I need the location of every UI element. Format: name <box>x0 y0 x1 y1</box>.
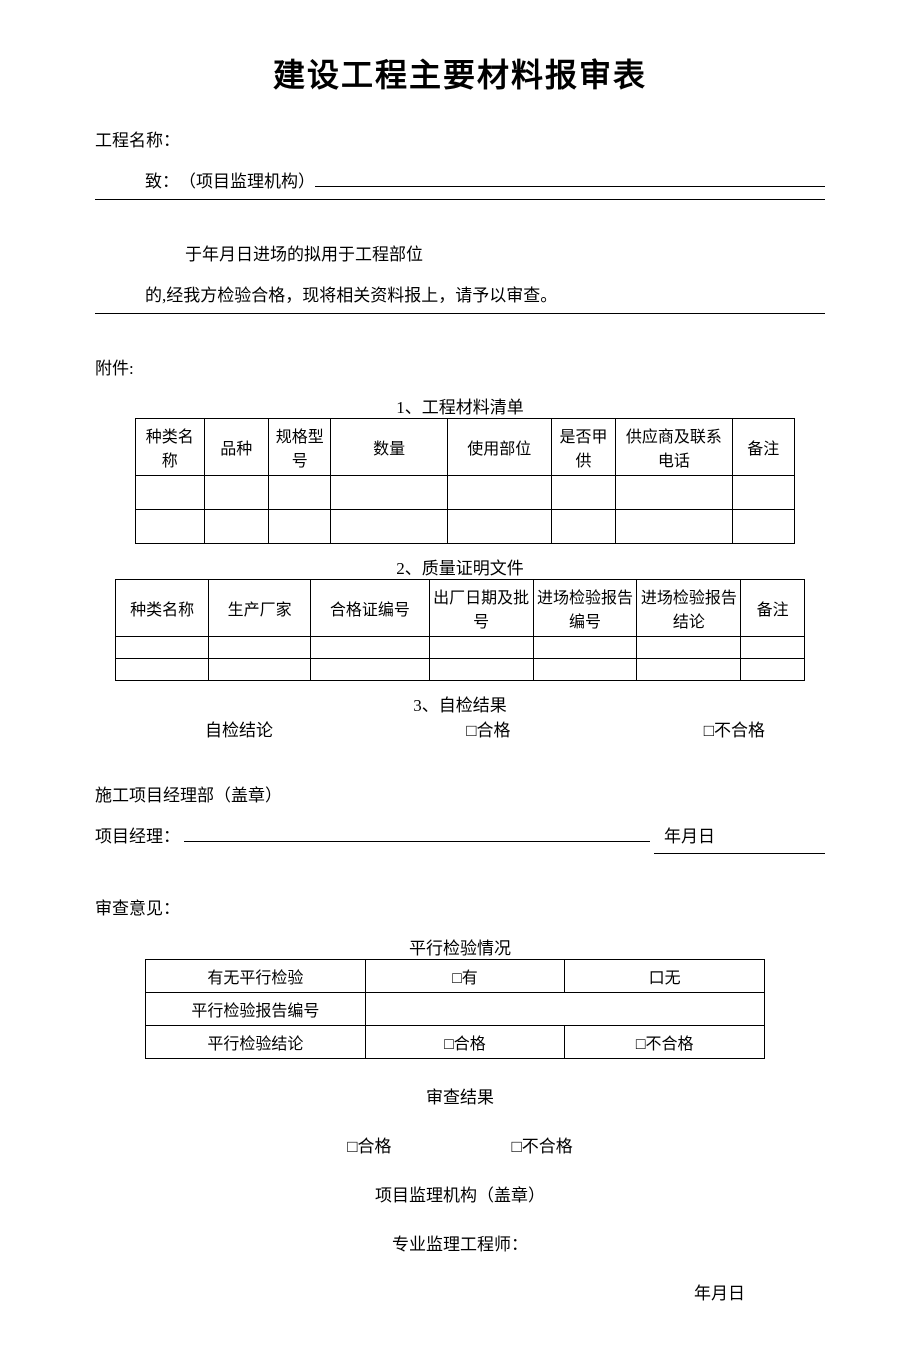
table-header-row: 种类名称 品种 规格型号 数量 使用部位 是否甲供 供应商及联系电话 备注 <box>136 419 795 476</box>
section1-title: 1、工程材料清单 <box>95 393 825 418</box>
final-date: 年月日 <box>95 1279 825 1304</box>
parallel-check-table: 有无平行检验 □有 口无 平行检验报告编号 平行检验结论 □合格 □不合格 <box>145 959 765 1059</box>
to-prefix: 致： <box>145 167 179 198</box>
contractor-seal: 施工项目经理部（盖章） <box>95 781 825 812</box>
pm-line: 项目经理： 年月日 <box>95 822 825 854</box>
th-report-res: 进场检验报告结论 <box>637 580 741 637</box>
th-qty: 数量 <box>331 419 447 476</box>
th-supplier: 供应商及联系电话 <box>616 419 732 476</box>
cell: 平行检验结论 <box>146 1026 366 1059</box>
cell <box>365 993 764 1026</box>
page-title: 建设工程主要材料报审表 <box>95 50 825 96</box>
th-owner-supply: 是否甲供 <box>551 419 615 476</box>
th-variety: 品种 <box>204 419 268 476</box>
cell: 平行检验报告编号 <box>146 993 366 1026</box>
th-spec: 规格型号 <box>269 419 331 476</box>
table-header-row: 种类名称 生产厂家 合格证编号 出厂日期及批号 进场检验报告编号 进场检验报告结… <box>116 580 805 637</box>
project-name-label: 工程名称： <box>95 126 825 157</box>
body-line-2-text: 的,经我方检验合格，现将相关资料报上，请予以审查。 <box>145 286 557 305</box>
section3-title: 3、自检结果 <box>95 691 825 716</box>
th-report-no: 进场检验报告编号 <box>533 580 637 637</box>
th-kind: 种类名称 <box>116 580 209 637</box>
self-check-pass: □合格 <box>466 716 510 741</box>
cell: □合格 <box>365 1026 565 1059</box>
review-result-title: 审查结果 <box>95 1083 825 1108</box>
table-row <box>116 659 805 681</box>
th-batch: 出厂日期及批号 <box>429 580 533 637</box>
review-fail: □不合格 <box>512 1132 573 1157</box>
cell: □有 <box>365 960 565 993</box>
parallel-title: 平行检验情况 <box>95 934 825 959</box>
th-maker: 生产厂家 <box>209 580 311 637</box>
section2-title: 2、质量证明文件 <box>95 554 825 579</box>
supervisor-org: 项目监理机构（盖章） <box>95 1181 825 1206</box>
th-remark: 备注 <box>732 419 794 476</box>
table-row <box>136 476 795 510</box>
th-kind: 种类名称 <box>136 419 205 476</box>
cell: □不合格 <box>565 1026 765 1059</box>
table-row: 平行检验结论 □合格 □不合格 <box>146 1026 765 1059</box>
cell: 有无平行检验 <box>146 960 366 993</box>
self-check-label: 自检结论 <box>205 716 273 741</box>
table-row: 有无平行检验 □有 口无 <box>146 960 765 993</box>
recipient-line: 致： （项目监理机构） <box>95 165 825 201</box>
to-org: （项目监理机构） <box>179 167 315 198</box>
pm-date: 年月日 <box>654 822 825 854</box>
recipient-fill <box>315 165 825 187</box>
body-line-1: 于年月日进场的拟用于工程部位 <box>95 240 825 271</box>
th-remark: 备注 <box>741 580 805 637</box>
review-result-row: □合格 □不合格 <box>95 1132 825 1157</box>
review-pass: □合格 <box>347 1132 391 1157</box>
table-row <box>116 637 805 659</box>
table-row: 平行检验报告编号 <box>146 993 765 1026</box>
th-cert: 合格证编号 <box>311 580 430 637</box>
pro-engineer: 专业监理工程师： <box>95 1230 825 1255</box>
cell: 口无 <box>565 960 765 993</box>
review-opinion-label: 审查意见： <box>95 894 825 925</box>
material-list-table: 种类名称 品种 规格型号 数量 使用部位 是否甲供 供应商及联系电话 备注 <box>135 418 795 544</box>
body-line-2: 的,经我方检验合格，现将相关资料报上，请予以审查。 <box>95 281 825 315</box>
self-check-row: 自检结论 □合格 □不合格 <box>95 716 825 741</box>
pm-fill <box>184 822 650 842</box>
table-row <box>136 510 795 544</box>
self-check-fail: □不合格 <box>704 716 765 741</box>
th-use: 使用部位 <box>447 419 551 476</box>
attachment-label: 附件: <box>95 354 825 385</box>
pm-label: 项目经理： <box>95 822 180 853</box>
quality-doc-table: 种类名称 生产厂家 合格证编号 出厂日期及批号 进场检验报告编号 进场检验报告结… <box>115 579 805 681</box>
